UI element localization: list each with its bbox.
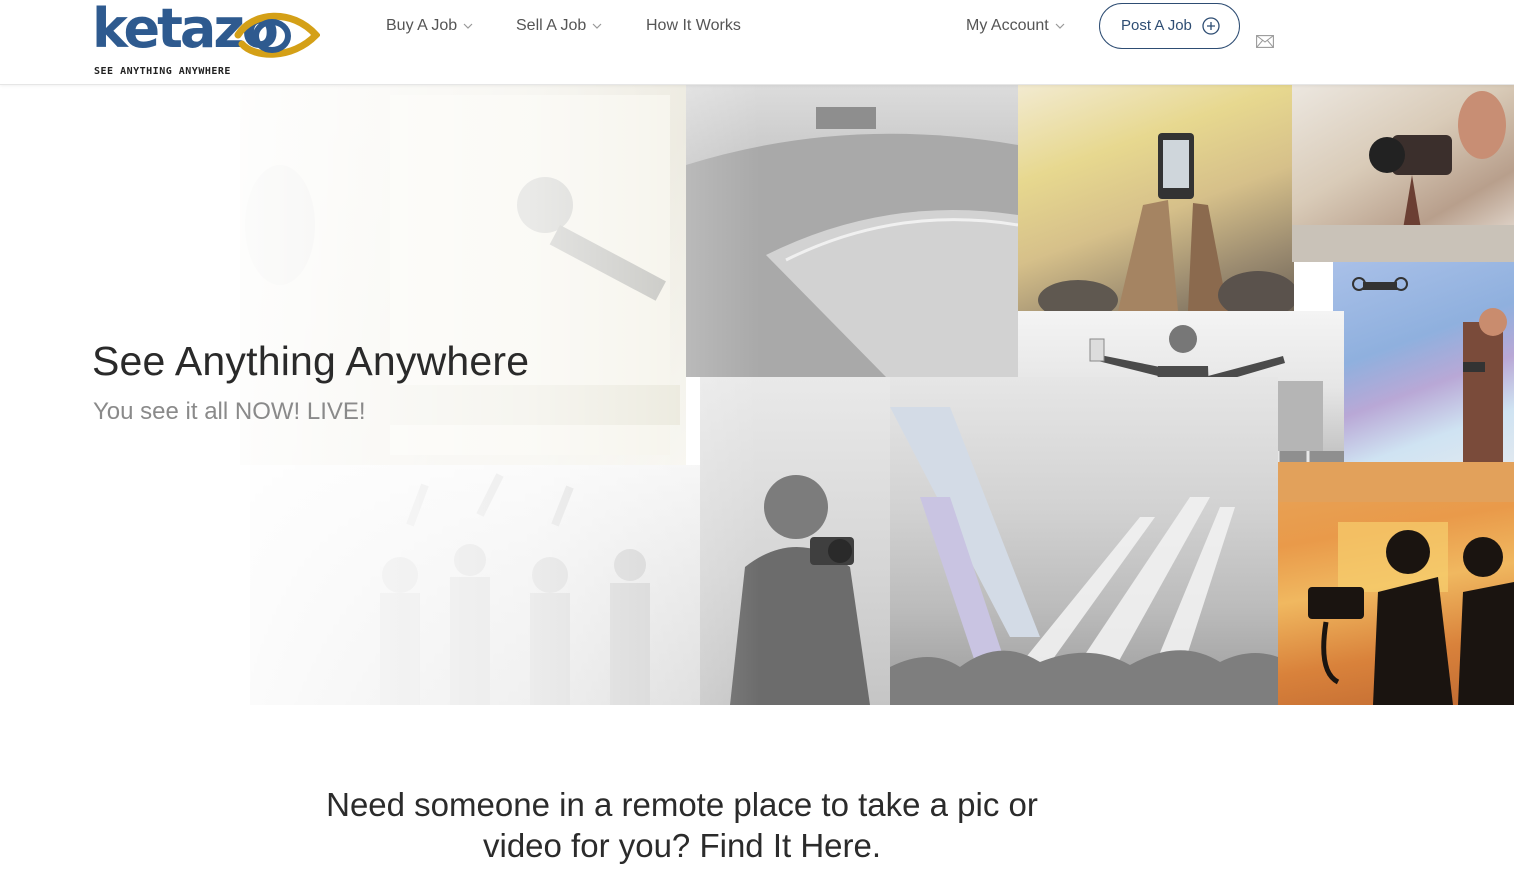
hero-image-drone-pilot	[1333, 262, 1514, 462]
hero-image-cameraman	[700, 377, 890, 705]
logo-eye-icon	[234, 12, 320, 58]
nav-buy-a-job[interactable]: Buy A Job	[386, 15, 473, 37]
hero-image-stadium	[686, 85, 1018, 377]
hero-subtitle: You see it all NOW! LIVE!	[93, 398, 366, 425]
chevron-down-icon	[592, 23, 602, 29]
chevron-down-icon	[463, 23, 473, 29]
post-a-job-button[interactable]: Post A Job	[1099, 3, 1240, 49]
logo-tagline: SEE ANYTHING ANYWHERE	[94, 66, 231, 77]
hero-image-phone-recording	[1018, 85, 1294, 311]
hero-image-concert-lights	[890, 377, 1278, 705]
hero-title: See Anything Anywhere	[92, 338, 530, 384]
plus-circle-icon	[1202, 17, 1220, 35]
nav-account-label: My Account	[966, 17, 1049, 34]
nav-sell-label: Sell A Job	[516, 17, 587, 34]
hero-image-photographers-silhouette	[1278, 462, 1514, 705]
tagline-line-2: video for you? Find It Here.	[482, 827, 882, 864]
hero-image-camera-rig	[1292, 85, 1514, 262]
hero-image-crowd	[250, 465, 700, 705]
nav-buy-label: Buy A Job	[386, 17, 458, 34]
nav-how-it-works[interactable]: How It Works	[646, 15, 741, 37]
section-tagline: Need someone in a remote place to take a…	[232, 784, 1132, 866]
nav-sell-a-job[interactable]: Sell A Job	[516, 15, 602, 37]
hero-section: See Anything Anywhere You see it all NOW…	[0, 85, 1514, 705]
site-header: ketazo SEE ANYTHING ANYWHERE Buy A Job S…	[0, 0, 1514, 85]
post-a-job-label: Post A Job	[1121, 17, 1192, 34]
nav-my-account[interactable]: My Account	[966, 15, 1065, 37]
mail-icon[interactable]	[1256, 35, 1274, 48]
nav-how-label: How It Works	[646, 17, 741, 34]
chevron-down-icon	[1055, 23, 1065, 29]
tagline-line-1: Need someone in a remote place to take a…	[326, 786, 1038, 823]
logo[interactable]: ketazo SEE ANYTHING ANYWHERE	[92, 2, 322, 80]
